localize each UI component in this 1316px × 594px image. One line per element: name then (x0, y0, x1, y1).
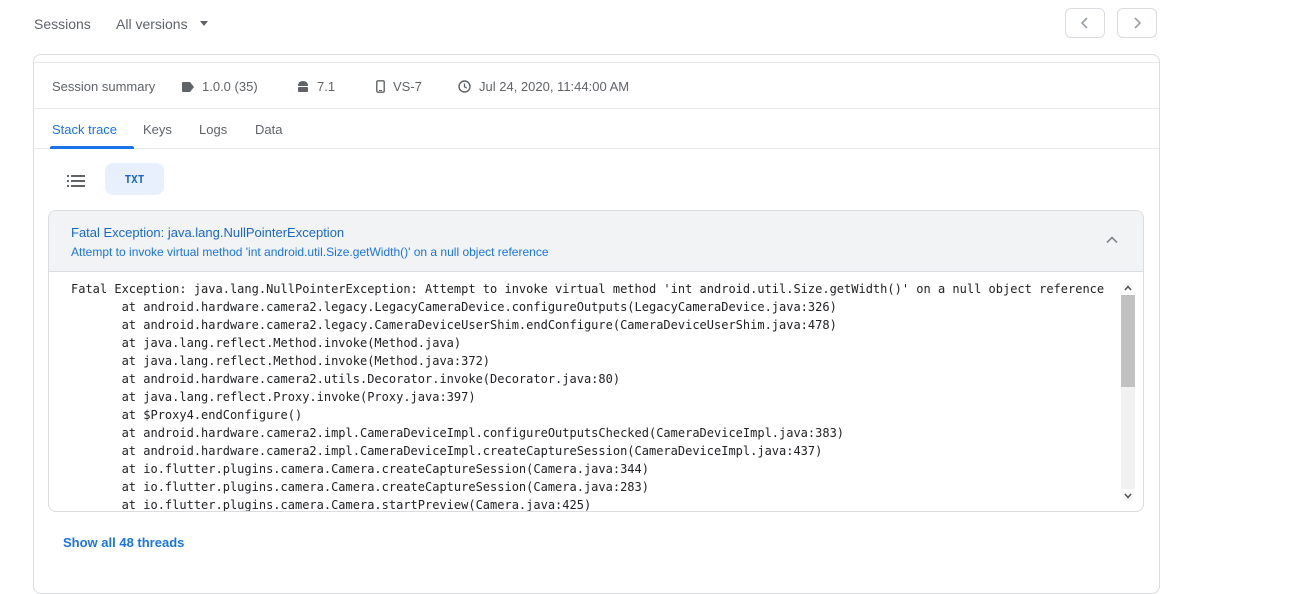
device-value: VS-7 (393, 79, 422, 94)
timestamp-value: Jul 24, 2020, 11:44:00 AM (479, 79, 630, 94)
trace-line: at java.lang.reflect.Method.invoke(Metho… (71, 354, 491, 368)
device-info: VS-7 (376, 79, 422, 94)
txt-view-button[interactable]: TXT (105, 163, 164, 195)
clock-icon (458, 80, 471, 93)
chevron-left-icon (1080, 17, 1088, 29)
scrollbar-track[interactable] (1121, 295, 1135, 489)
tab-stack-trace[interactable]: Stack trace (52, 122, 117, 137)
scrollbar-thumb[interactable] (1121, 295, 1135, 387)
timestamp-info: Jul 24, 2020, 11:44:00 AM (458, 79, 629, 94)
exception-title: Fatal Exception: java.lang.NullPointerEx… (71, 225, 345, 240)
app-version-info: 1.0.0 (35) (182, 79, 258, 94)
exception-header[interactable]: Fatal Exception: java.lang.NullPointerEx… (49, 211, 1143, 272)
trace-line: Fatal Exception: java.lang.NullPointerEx… (71, 282, 1105, 296)
tab-data[interactable]: Data (255, 122, 282, 137)
trace-line: at java.lang.reflect.Proxy.invoke(Proxy.… (71, 390, 476, 404)
trace-line: at android.hardware.camera2.impl.CameraD… (71, 444, 823, 458)
tab-logs[interactable]: Logs (199, 122, 227, 137)
previous-session-button[interactable] (1065, 8, 1105, 38)
tab-bar: Stack trace Keys Logs Data (34, 108, 1159, 149)
versions-dropdown[interactable]: All versions (116, 16, 208, 32)
trace-line: at io.flutter.plugins.camera.Camera.crea… (71, 462, 649, 476)
trace-line: at android.hardware.camera2.utils.Decora… (71, 372, 621, 386)
versions-label: All versions (116, 16, 188, 32)
tag-icon (182, 81, 194, 92)
trace-line: at io.flutter.plugins.camera.Camera.crea… (71, 480, 649, 494)
exception-panel: Fatal Exception: java.lang.NullPointerEx… (48, 210, 1144, 512)
session-card: Session summary 1.0.0 (35) 7.1 VS-7 Jul … (33, 54, 1160, 594)
session-summary-bar: Session summary 1.0.0 (35) 7.1 VS-7 Jul … (34, 63, 1159, 109)
trace-line: at io.flutter.plugins.camera.Camera.star… (71, 498, 592, 511)
trace-line: at android.hardware.camera2.legacy.Legac… (71, 300, 837, 314)
top-bar: Sessions All versions (0, 0, 1316, 48)
list-view-button[interactable] (64, 170, 88, 192)
dropdown-caret-icon (199, 20, 208, 26)
sessions-label[interactable]: Sessions (34, 16, 91, 32)
trace-line: at $Proxy4.endConfigure() (71, 408, 303, 422)
chevron-right-icon (1134, 17, 1142, 29)
chevron-up-icon[interactable] (1105, 233, 1119, 247)
list-icon (67, 175, 85, 187)
active-tab-indicator (50, 146, 134, 149)
trace-scrollbar[interactable] (1121, 281, 1135, 503)
phone-icon (376, 80, 385, 93)
android-icon (298, 81, 308, 92)
trace-line: at android.hardware.camera2.impl.CameraD… (71, 426, 845, 440)
scroll-up-arrow-icon[interactable] (1121, 281, 1135, 295)
trace-line: at android.hardware.camera2.legacy.Camer… (71, 318, 837, 332)
exception-subtitle: Attempt to invoke virtual method 'int an… (71, 245, 549, 259)
app-version-value: 1.0.0 (35) (202, 79, 258, 94)
next-session-button[interactable] (1117, 8, 1157, 38)
scroll-down-arrow-icon[interactable] (1121, 489, 1135, 503)
show-all-threads-link[interactable]: Show all 48 threads (63, 535, 184, 550)
tab-keys[interactable]: Keys (143, 122, 172, 137)
stack-trace-text: Fatal Exception: java.lang.NullPointerEx… (49, 272, 1121, 511)
trace-line: at java.lang.reflect.Method.invoke(Metho… (71, 336, 462, 350)
os-version-info: 7.1 (297, 79, 335, 94)
session-summary-title: Session summary (52, 79, 156, 94)
os-version-value: 7.1 (317, 79, 336, 94)
